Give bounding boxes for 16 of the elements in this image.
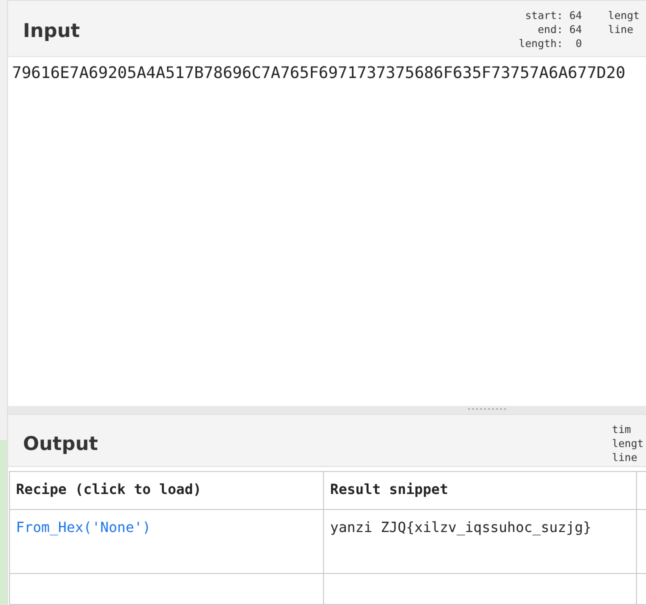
column-header: Recipe (click to load) [10, 472, 324, 510]
panel-title: Output [23, 432, 99, 455]
stat-text: end: 64 [536, 23, 582, 37]
stat-text: length: 0 [518, 37, 582, 51]
stat-text: lengt [612, 437, 645, 452]
input-text[interactable]: 79616E7A69205A4A517B78696C7A765F6971737375686F635F73757A6A677D20 [12, 62, 626, 82]
stat-text: line [612, 451, 638, 466]
column-header: Result snippet [324, 472, 636, 510]
panel-title: Input [23, 20, 81, 42]
stat-text: tim [612, 423, 632, 438]
stat-text: line [607, 23, 634, 37]
recipe-link[interactable]: From_Hex('None') [16, 520, 151, 536]
stat-text: start: 64 [524, 9, 582, 23]
table-cell: yanzi ZJQ{xilzv_iqssuhoc_suzjg} [324, 510, 636, 574]
resize-handle[interactable] [468, 408, 506, 411]
stat-text: lengt [607, 9, 641, 23]
